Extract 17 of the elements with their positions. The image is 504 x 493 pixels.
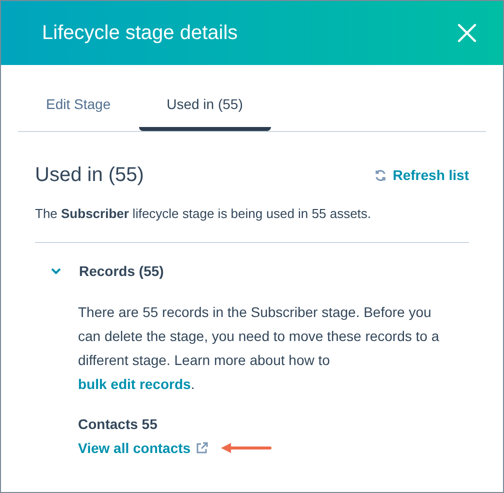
external-link-icon — [196, 442, 208, 454]
tab[interactable]: Edit Stage — [18, 91, 139, 131]
tab[interactable]: Used in (55) — [138, 91, 271, 131]
usage-summary: The Subscriber lifecycle stage is being used in 55 assets. — [35, 205, 372, 223]
refresh-list-button[interactable]: Refresh list — [374, 164, 469, 186]
chevron-icon — [51, 268, 61, 274]
close-icon — [457, 23, 477, 43]
records-description: There are 55 records in the Subscriber stage. Before you can delete the stage, you need to move these records to a different stage. Learn more about how to bulk edit records. — [78, 302, 440, 394]
arrow-icon — [220, 442, 272, 454]
panel-title: Lifecycle stage details — [42, 21, 238, 46]
close-button[interactable] — [455, 21, 479, 45]
bulk-edit-link[interactable]: bulk edit records — [78, 376, 191, 392]
refresh-icon — [374, 168, 387, 182]
section-title: Used in (55) — [35, 163, 144, 188]
view-all-contacts-link[interactable]: View all contacts — [78, 438, 208, 458]
contacts-count: Contacts 55 — [78, 414, 158, 434]
records-toggle[interactable]: Records (55) — [51, 260, 164, 282]
